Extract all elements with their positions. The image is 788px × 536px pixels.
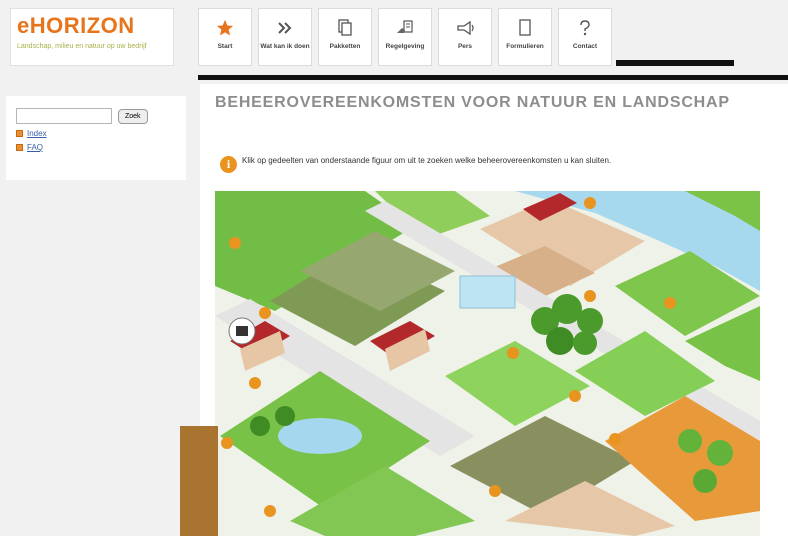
megaphone-icon [454,17,476,39]
site-logo[interactable]: eHORIZON Landschap, milieu en natuur op … [10,8,174,66]
nav-wat-kan-ik-doen[interactable]: Wat kan ik doen [258,8,312,66]
nav-label: Pakketten [329,43,361,50]
nav-label: Regelgeving [385,43,425,50]
hand-document-icon [394,17,416,39]
nav-label: Formulieren [506,43,544,50]
landscape-illustration[interactable] [215,191,760,536]
nav-regelgeving[interactable]: Regelgeving [378,8,432,66]
nav-start[interactable]: Start [198,8,252,66]
double-chevron-icon [274,17,296,39]
page-title: BEHEEROVEREENKOMSTEN VOOR NATUUR EN LAND… [215,94,730,111]
star-icon [214,17,236,39]
form-icon [514,17,536,39]
main-navigation: Start Wat kan ik doen Pakketten Regelgev… [198,8,612,70]
sidebar-link-index[interactable]: Index [16,129,176,138]
intro-text: Klik op gedeelten van onderstaande figuu… [242,156,612,165]
nav-label: Contact [572,43,598,50]
nav-label: Wat kan ik doen [260,43,310,50]
logo-title: eHORIZON [17,13,135,38]
bullet-icon [16,130,23,137]
nav-label: Pers [457,43,473,50]
question-icon [574,17,596,39]
logo-subtitle: Landschap, milieu en natuur op uw bedrij… [17,43,147,50]
sidebar-link-label: Index [27,129,47,138]
info-icon: i [220,156,237,173]
intro: i Klik op gedeelten van onderstaande fig… [220,156,765,173]
redaction-bar [616,60,734,66]
search-button[interactable]: Zoek [118,108,148,124]
nav-pers[interactable]: Pers [438,8,492,66]
bullet-icon [16,144,23,151]
nav-pakketten[interactable]: Pakketten [318,8,372,66]
nav-formulieren[interactable]: Formulieren [498,8,552,66]
nav-contact[interactable]: Contact [558,8,612,66]
search-row: Zoek [16,108,176,124]
sidebar: Zoek Index FAQ [6,96,186,180]
pages-icon [334,17,356,39]
sidebar-link-label: FAQ [27,143,44,152]
main-content: BEHEEROVEREENKOMSTEN VOOR NATUUR EN LAND… [200,84,788,536]
header-divider [198,75,788,80]
search-input[interactable] [16,108,112,124]
accent-block [180,426,218,536]
nav-label: Start [217,43,233,50]
sidebar-link-faq[interactable]: FAQ [16,143,176,152]
